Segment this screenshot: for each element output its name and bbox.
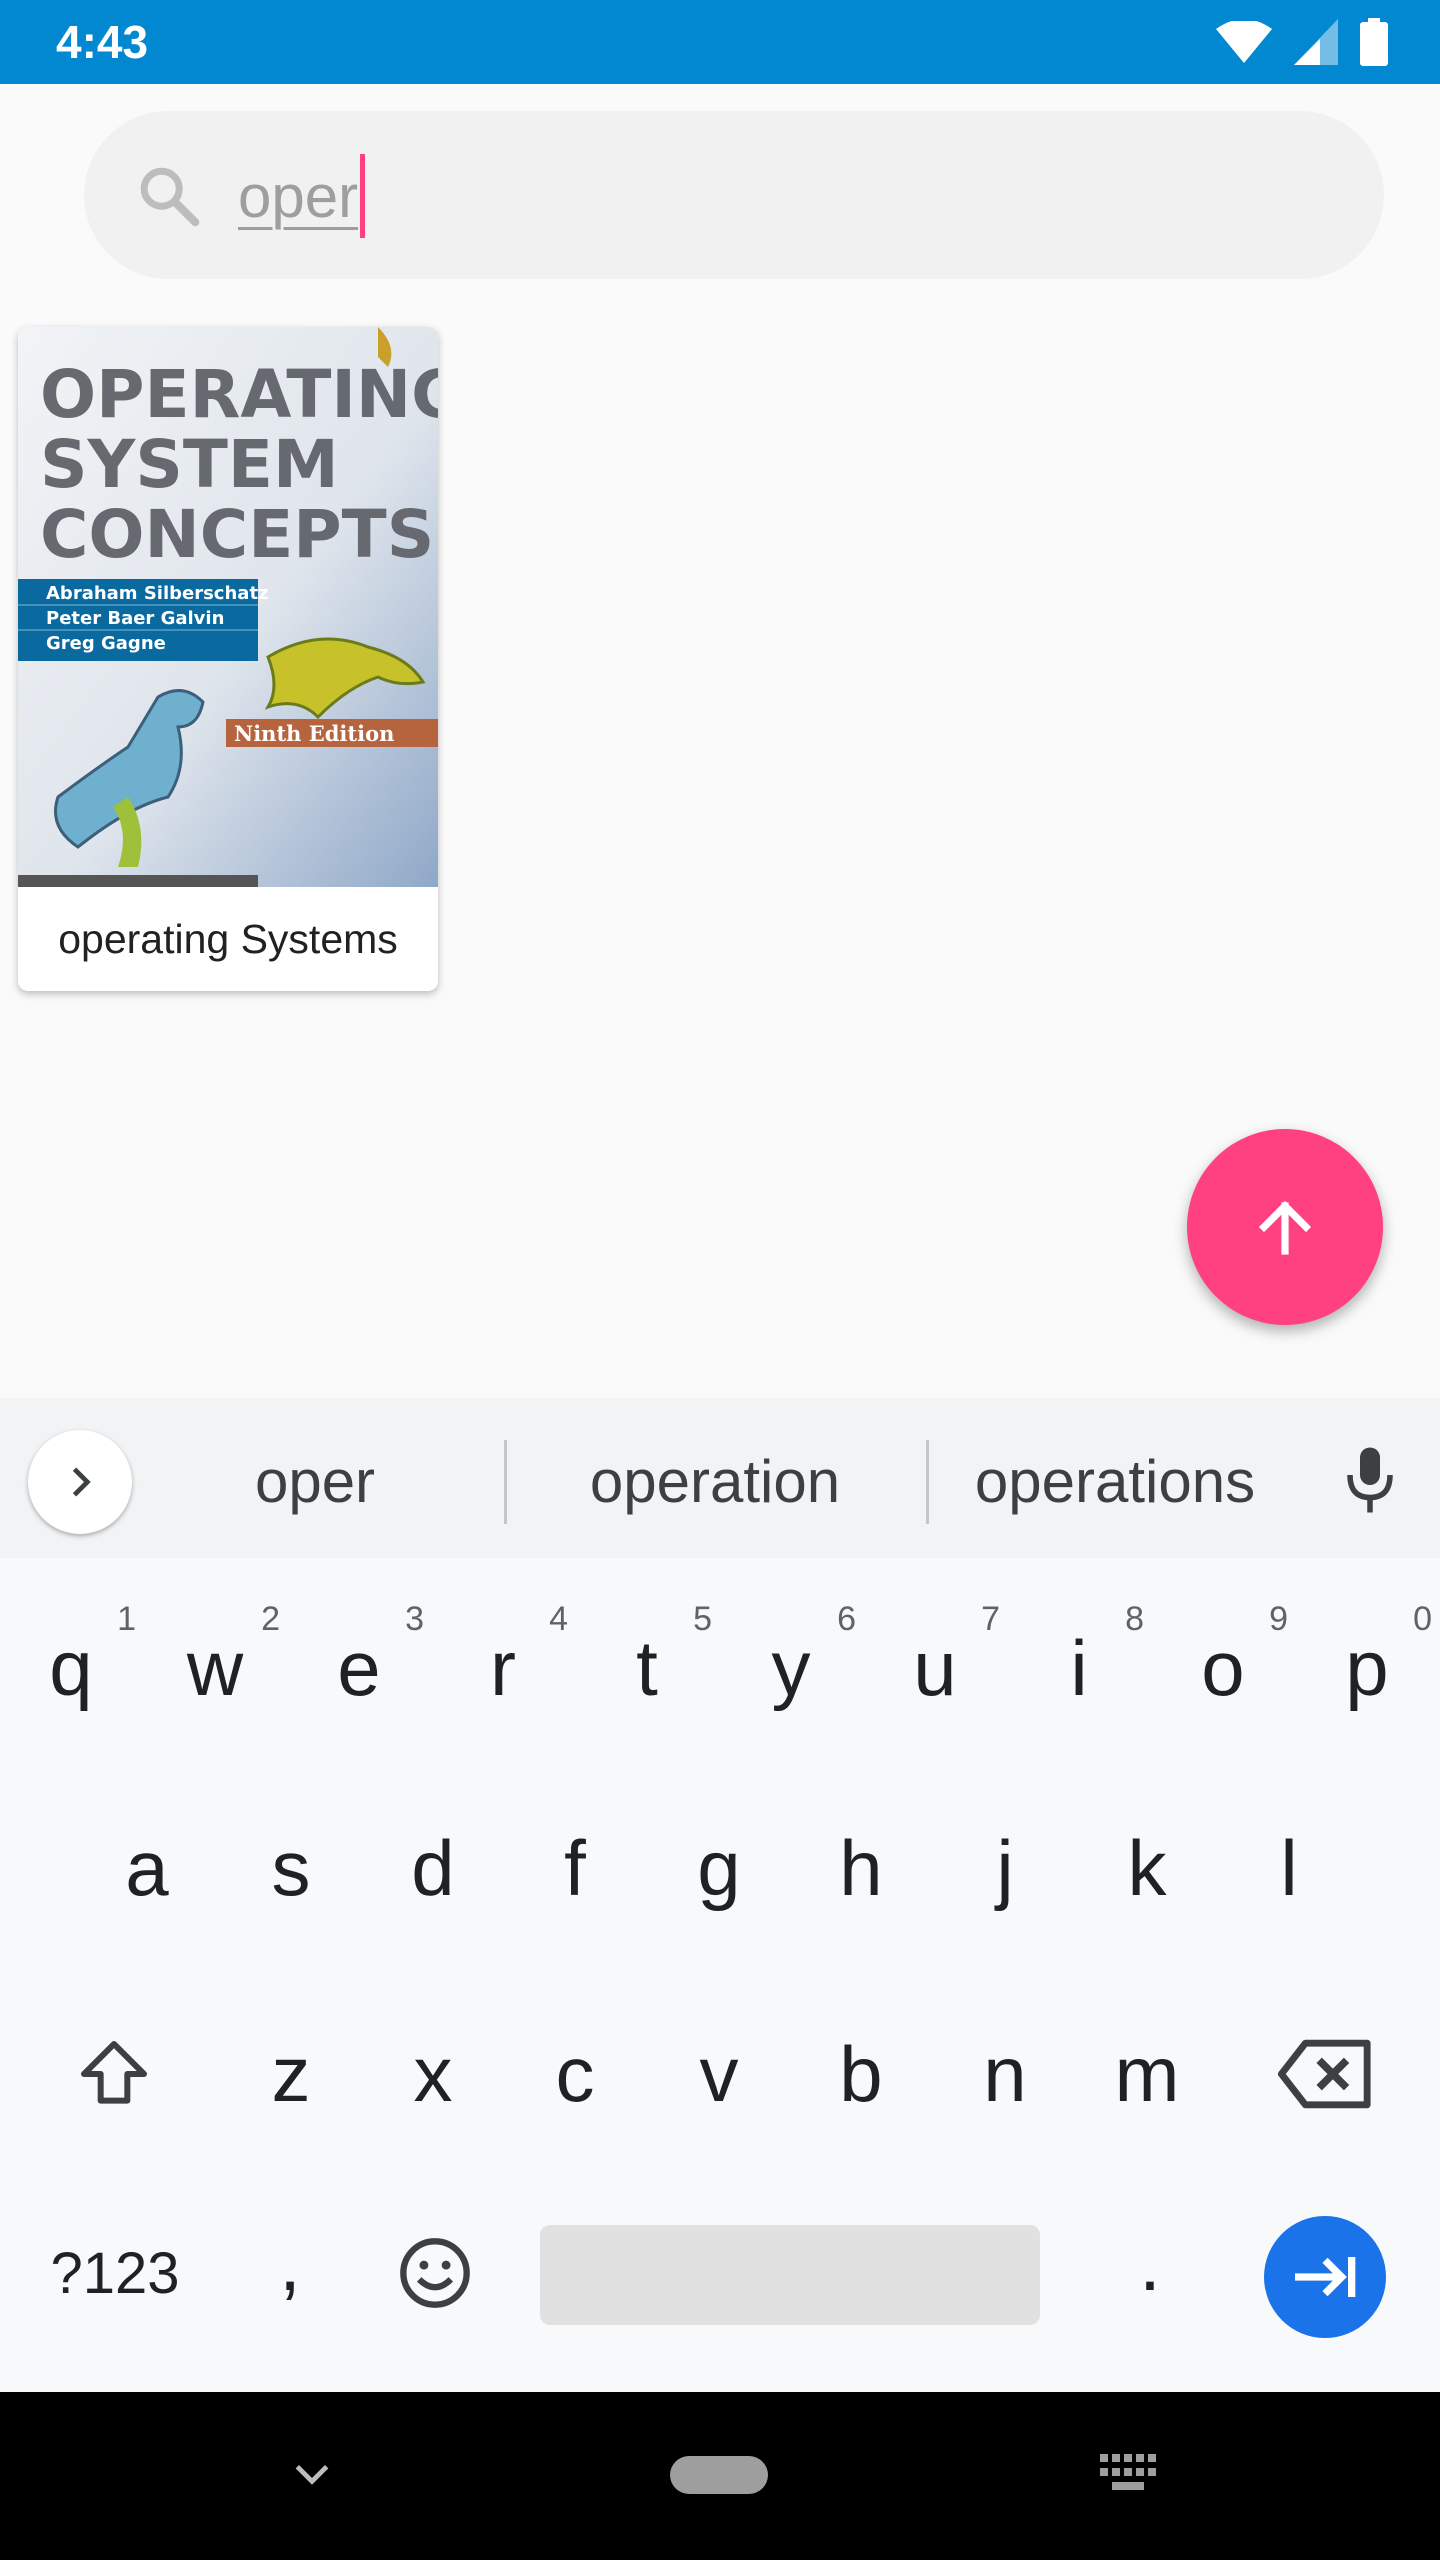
cover-title-line-2: SYSTEM (40, 426, 339, 503)
cover-author-3: Greg Gagne (46, 633, 166, 654)
key-l[interactable]: l (1218, 1798, 1360, 1938)
chevron-down-icon[interactable] (290, 2452, 334, 2496)
chevron-right-icon (72, 1467, 91, 1497)
key-c[interactable]: c (504, 2004, 646, 2144)
status-time: 4:43 (56, 16, 149, 68)
key-q[interactable]: q1 (0, 1598, 142, 1738)
key-e[interactable]: e3 (288, 1598, 430, 1738)
cover-author-2: Peter Baer Galvin (46, 608, 224, 629)
scroll-to-top-button[interactable] (1187, 1129, 1383, 1325)
key-o[interactable]: o9 (1152, 1598, 1294, 1738)
suggestion-2[interactable]: operation (540, 1438, 890, 1526)
signal-icon (1294, 19, 1338, 65)
key-s[interactable]: s (220, 1798, 362, 1938)
emoji-icon (400, 2238, 470, 2308)
microphone-icon[interactable] (1340, 1444, 1400, 1516)
arrow-up-icon (1258, 1200, 1312, 1255)
suggestion-strip: oper operation operations (0, 1398, 1440, 1558)
key-i[interactable]: i8 (1008, 1598, 1150, 1738)
key-j[interactable]: j (934, 1798, 1076, 1938)
key-x[interactable]: x (362, 2004, 504, 2144)
home-pill-icon[interactable] (670, 2456, 768, 2494)
key-f[interactable]: f (504, 1798, 646, 1938)
symbols-key[interactable]: ?123 (20, 2208, 210, 2338)
status-bar: 4:43 (0, 0, 1440, 84)
key-g[interactable]: g (648, 1798, 790, 1938)
status-icons (1216, 18, 1388, 66)
shift-icon (81, 2041, 147, 2104)
key-d[interactable]: d (362, 1798, 504, 1938)
tab-arrow-icon (1295, 2257, 1356, 2297)
key-h[interactable]: h (790, 1798, 932, 1938)
cover-edition: Ninth Edition (234, 721, 394, 746)
period-key[interactable]: . (1080, 2198, 1220, 2328)
key-a[interactable]: a (76, 1798, 218, 1938)
keyboard-icon[interactable] (1098, 2450, 1158, 2498)
backspace-icon (1278, 2039, 1371, 2109)
enter-key[interactable] (1264, 2216, 1386, 2338)
key-r[interactable]: r4 (432, 1598, 574, 1738)
suggestion-divider (504, 1440, 507, 1524)
key-b[interactable]: b (790, 2004, 932, 2144)
suggestion-3[interactable]: operations (950, 1438, 1280, 1526)
battery-icon (1360, 18, 1388, 66)
comma-key[interactable]: , (230, 2198, 350, 2328)
key-t[interactable]: t5 (576, 1598, 718, 1738)
soft-keyboard: oper operation operations q1 w2 e3 r4 t5… (0, 1398, 1440, 2392)
key-y[interactable]: y6 (720, 1598, 862, 1738)
key-m[interactable]: m (1076, 2004, 1218, 2144)
book-cover-image: OPERATING SYSTEM CONCEPTS Abraham Silber… (18, 327, 438, 887)
text-cursor (360, 154, 365, 238)
search-icon (140, 167, 200, 227)
space-bar[interactable] (540, 2225, 1040, 2325)
suggestion-1[interactable]: oper (180, 1438, 450, 1526)
cover-title-line-1: OPERATING (40, 356, 438, 433)
shift-key[interactable] (40, 2004, 188, 2144)
book-card[interactable]: OPERATING SYSTEM CONCEPTS Abraham Silber… (18, 327, 438, 991)
book-title: operating Systems (58, 915, 398, 962)
cover-title-line-3: CONCEPTS (40, 496, 434, 573)
emoji-key[interactable] (370, 2208, 500, 2338)
expand-suggestions-button[interactable] (28, 1430, 132, 1534)
search-input[interactable]: oper (238, 159, 358, 235)
key-p[interactable]: p0 (1296, 1598, 1438, 1738)
suggestion-divider (926, 1440, 929, 1524)
key-w[interactable]: w2 (144, 1598, 286, 1738)
key-z[interactable]: z (220, 2004, 362, 2144)
key-k[interactable]: k (1076, 1798, 1218, 1938)
wifi-icon (1216, 21, 1272, 63)
cover-author-1: Abraham Silberschatz (46, 583, 269, 604)
search-bar[interactable]: oper (84, 111, 1384, 279)
key-v[interactable]: v (648, 2004, 790, 2144)
backspace-key[interactable] (1252, 2004, 1400, 2144)
key-u[interactable]: u7 (864, 1598, 1006, 1738)
navigation-bar (0, 2392, 1440, 2560)
key-n[interactable]: n (934, 2004, 1076, 2144)
